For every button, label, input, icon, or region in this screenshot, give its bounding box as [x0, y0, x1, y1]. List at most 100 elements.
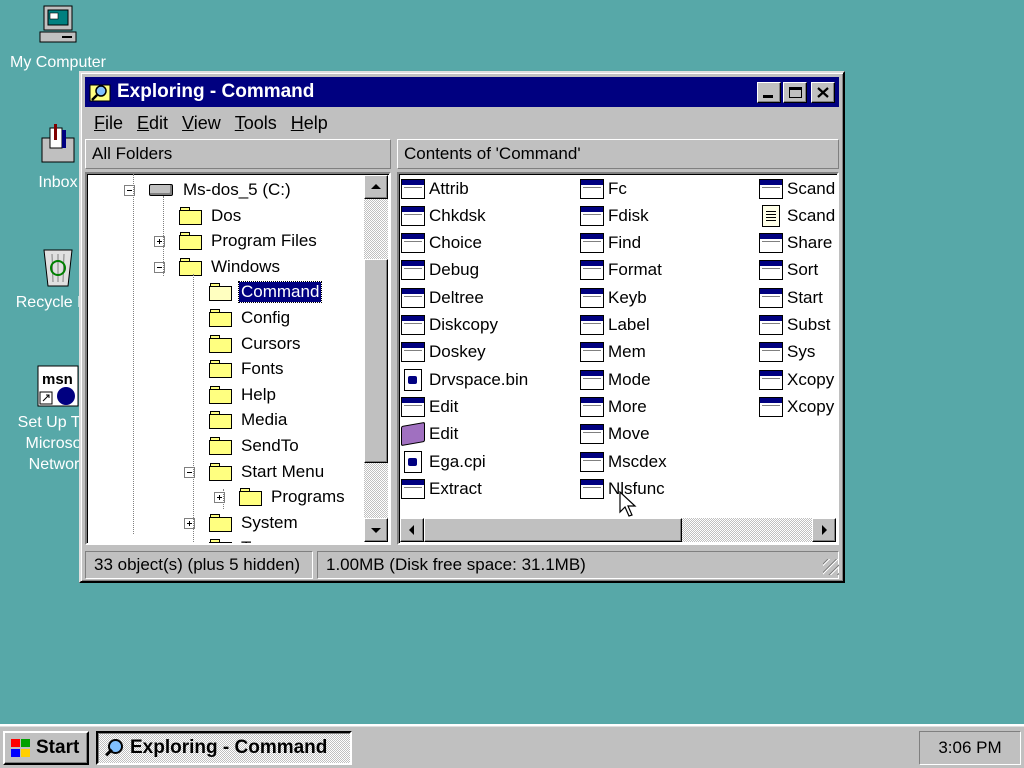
scroll-left-button[interactable]: [400, 518, 424, 542]
file-item[interactable]: Sort: [759, 258, 818, 283]
file-item[interactable]: Drvspace.bin: [401, 367, 528, 392]
menu-file[interactable]: File: [87, 111, 130, 137]
tree-item-programs[interactable]: Programs: [239, 485, 347, 509]
file-name: Edit: [429, 396, 459, 416]
file-name: Share: [787, 233, 833, 253]
desktop-icon-my-computer[interactable]: My Computer: [8, 4, 108, 73]
menu-view[interactable]: View: [175, 111, 228, 137]
file-item[interactable]: More: [580, 394, 647, 419]
tree-item-command[interactable]: Command: [209, 280, 323, 304]
tree-item-config[interactable]: Config: [209, 306, 292, 330]
file-item[interactable]: Edit: [401, 422, 458, 447]
tree-item-label: Config: [241, 308, 291, 327]
file-item[interactable]: Start: [759, 285, 823, 310]
scroll-thumb[interactable]: [424, 518, 682, 542]
file-name: Subst: [787, 315, 831, 334]
tree-item-program-files[interactable]: Program Files: [179, 229, 319, 253]
file-item[interactable]: Xcopy: [759, 394, 834, 419]
file-item[interactable]: Format: [580, 258, 662, 283]
file-item[interactable]: Mem: [580, 340, 646, 365]
menu-tools[interactable]: Tools: [228, 111, 284, 137]
file-item[interactable]: Attrib: [401, 176, 469, 201]
tree-item-dos[interactable]: Dos: [179, 204, 243, 228]
tree-item-help[interactable]: Help: [209, 383, 278, 407]
file-name: Find: [608, 233, 642, 253]
file-item[interactable]: Label: [580, 313, 650, 338]
file-item[interactable]: Subst: [759, 313, 830, 338]
file-name: Extract: [429, 478, 482, 498]
tree-item-label: Temp: [239, 538, 285, 543]
file-item[interactable]: Scand: [759, 176, 835, 201]
title-bar[interactable]: Exploring - Command: [85, 77, 839, 107]
file-item[interactable]: Edit: [401, 394, 458, 419]
folder-icon: [209, 462, 233, 481]
file-item[interactable]: Ega.cpi: [401, 449, 486, 474]
system-tray-clock[interactable]: 3:06 PM: [919, 731, 1021, 765]
file-item[interactable]: Sys: [759, 340, 815, 365]
file-item[interactable]: Extract: [401, 476, 482, 501]
program-icon: [401, 260, 425, 281]
file-item[interactable]: Share: [759, 231, 832, 256]
menu-file-label: ile: [105, 113, 124, 133]
svg-text:msn: msn: [42, 371, 73, 388]
file-item[interactable]: Find: [580, 231, 641, 256]
tree-item-start-menu[interactable]: Start Menu: [209, 460, 326, 484]
text-file-icon: [762, 204, 780, 227]
file-name: Mem: [608, 342, 646, 362]
contents-horizontal-scrollbar[interactable]: [400, 518, 836, 542]
window-title: Exploring - Command: [117, 81, 315, 102]
program-icon: [580, 451, 604, 472]
minimize-button[interactable]: [757, 81, 781, 103]
file-name: Start: [787, 287, 823, 307]
tree-vertical-scrollbar[interactable]: [364, 175, 388, 542]
file-item[interactable]: Keyb: [580, 285, 647, 310]
file-item[interactable]: Mscdex: [580, 449, 667, 474]
folder-icon: [209, 385, 233, 404]
scroll-up-button[interactable]: [364, 175, 388, 199]
file-item[interactable]: Fdisk: [580, 203, 649, 228]
program-icon: [580, 396, 604, 417]
scroll-thumb[interactable]: [364, 259, 388, 463]
file-name: Xcopy: [787, 369, 835, 389]
file-item[interactable]: Diskcopy: [401, 313, 498, 338]
tree-item-cursors[interactable]: Cursors: [209, 332, 303, 356]
minimize-icon: [763, 94, 773, 98]
tree-item-label: Media: [241, 410, 288, 430]
scroll-right-button[interactable]: [812, 518, 836, 542]
file-item[interactable]: Debug: [401, 258, 479, 283]
file-item[interactable]: Doskey: [401, 340, 486, 365]
maximize-button[interactable]: [783, 81, 807, 103]
tree-item-ms-dos-5-c[interactable]: Ms-dos_5 (C:): [149, 178, 293, 202]
tree-connector-line: [133, 174, 134, 534]
scroll-down-button[interactable]: [364, 518, 388, 542]
file-item[interactable]: Fc: [580, 176, 627, 201]
file-name: Edit: [429, 424, 459, 444]
tree-item-system[interactable]: System: [209, 511, 300, 535]
tree-item-media[interactable]: Media: [209, 408, 289, 432]
tree-item-sendto[interactable]: SendTo: [209, 434, 301, 458]
program-icon: [401, 178, 425, 199]
file-item[interactable]: Move: [580, 422, 650, 447]
file-name: Drvspace.bin: [429, 369, 529, 389]
tree-item-fonts[interactable]: Fonts: [209, 357, 286, 381]
tree-item-temp[interactable]: Temp: [209, 536, 285, 543]
tree-item-label: Program Files: [211, 231, 317, 251]
start-button[interactable]: Start: [3, 731, 89, 765]
file-item[interactable]: Mode: [580, 367, 651, 392]
menu-help[interactable]: Help: [284, 111, 335, 137]
close-button[interactable]: [811, 81, 835, 103]
program-icon: [580, 260, 604, 281]
contents-pane[interactable]: Attrib Chkdsk Choice Debug Deltree Diskcopy Do…: [397, 172, 839, 545]
file-item[interactable]: Deltree: [401, 285, 484, 310]
menu-edit[interactable]: Edit: [130, 111, 175, 137]
tree-item-windows[interactable]: Windows: [179, 255, 282, 279]
file-item[interactable]: Choice: [401, 231, 482, 256]
tree-item-label: Command: [237, 281, 323, 304]
file-item[interactable]: Scand: [759, 203, 835, 228]
folder-tree-pane[interactable]: Ms-dos_5 (C:) Dos Program Files Windows Comm…: [85, 172, 391, 545]
taskbar-button-explorer[interactable]: Exploring - Command: [96, 731, 352, 765]
file-item[interactable]: Chkdsk: [401, 203, 486, 228]
file-item[interactable]: Xcopy: [759, 367, 834, 392]
clock: 3:06 PM: [938, 738, 1002, 757]
resize-grip-icon[interactable]: [823, 559, 839, 575]
